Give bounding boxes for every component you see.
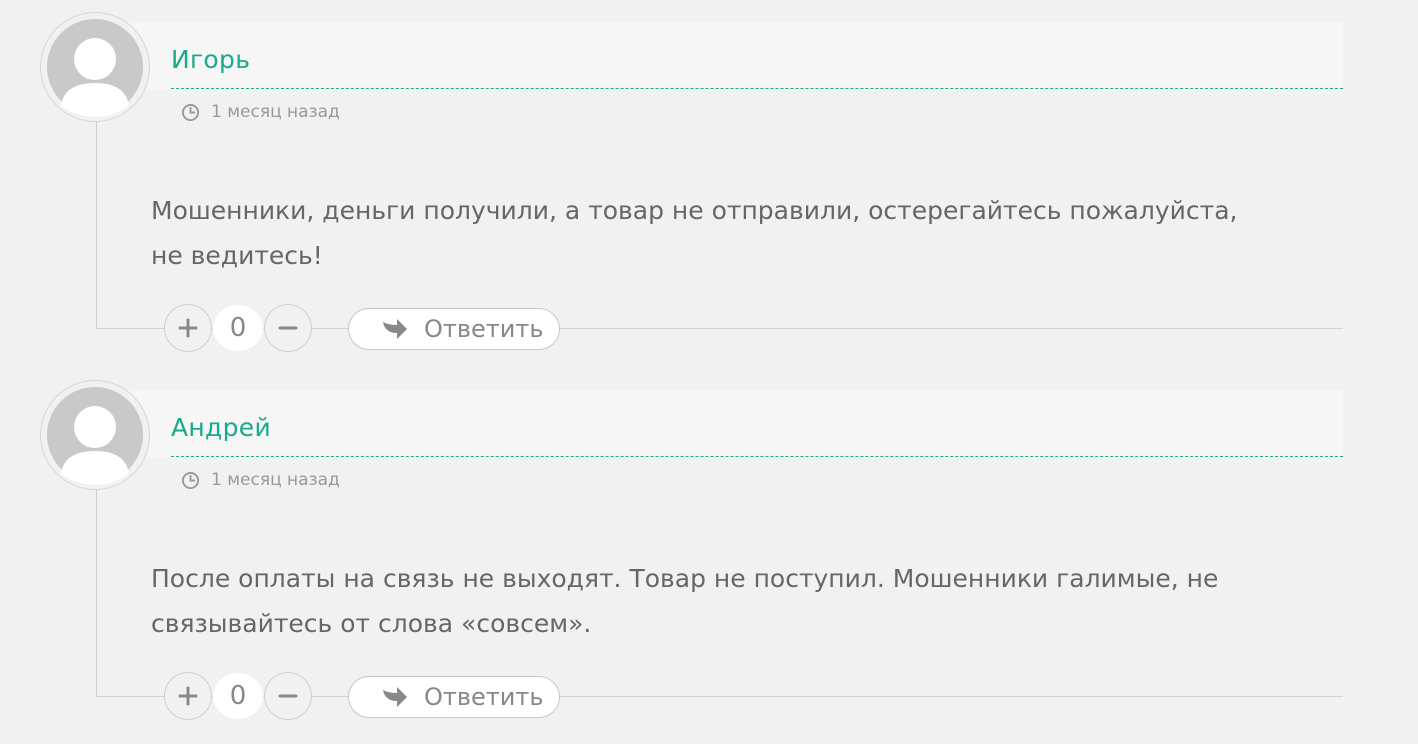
vote-down-button[interactable] bbox=[264, 304, 312, 352]
minus-icon bbox=[278, 694, 298, 698]
reply-arrow-icon bbox=[380, 316, 410, 342]
reply-label: Ответить bbox=[424, 683, 544, 711]
vote-count: 0 bbox=[213, 305, 263, 351]
plus-icon bbox=[178, 686, 198, 706]
comment-time: 1 месяц назад bbox=[211, 102, 340, 122]
comment-author[interactable]: Игорь bbox=[171, 44, 250, 76]
comment-time: 1 месяц назад bbox=[211, 470, 340, 490]
vote-down-button[interactable] bbox=[264, 672, 312, 720]
thread-line bbox=[96, 110, 97, 329]
reply-button[interactable]: Ответить bbox=[348, 308, 560, 350]
comment-text: После оплаты на связь не выходят. Товар … bbox=[151, 564, 1219, 638]
vote-up-button[interactable] bbox=[164, 304, 212, 352]
default-user-icon bbox=[47, 387, 143, 485]
reply-button[interactable]: Ответить bbox=[348, 676, 560, 718]
comment: Андрей 1 месяц назад После оплаты на свя… bbox=[0, 368, 1418, 736]
comment-header bbox=[120, 22, 1343, 90]
avatar bbox=[40, 380, 150, 490]
avatar bbox=[40, 12, 150, 122]
clock-icon bbox=[180, 102, 200, 122]
header-divider bbox=[171, 88, 1343, 89]
comment-header bbox=[120, 390, 1343, 458]
comment-meta: 1 месяц назад bbox=[180, 100, 340, 124]
thread-line bbox=[96, 478, 97, 697]
clock-icon bbox=[180, 470, 200, 490]
minus-icon bbox=[278, 326, 298, 330]
comment-text: Мошенники, деньги получили, а товар не о… bbox=[151, 196, 1238, 270]
comment-meta: 1 месяц назад bbox=[180, 468, 340, 492]
comment: Игорь 1 месяц назад Мошенники, деньги по… bbox=[0, 0, 1418, 368]
header-divider bbox=[171, 456, 1343, 457]
reply-arrow-icon bbox=[380, 684, 410, 710]
reply-label: Ответить bbox=[424, 315, 544, 343]
vote-count: 0 bbox=[213, 673, 263, 719]
default-user-icon bbox=[47, 19, 143, 117]
vote-up-button[interactable] bbox=[164, 672, 212, 720]
plus-icon bbox=[178, 318, 198, 338]
comment-author[interactable]: Андрей bbox=[171, 412, 271, 444]
